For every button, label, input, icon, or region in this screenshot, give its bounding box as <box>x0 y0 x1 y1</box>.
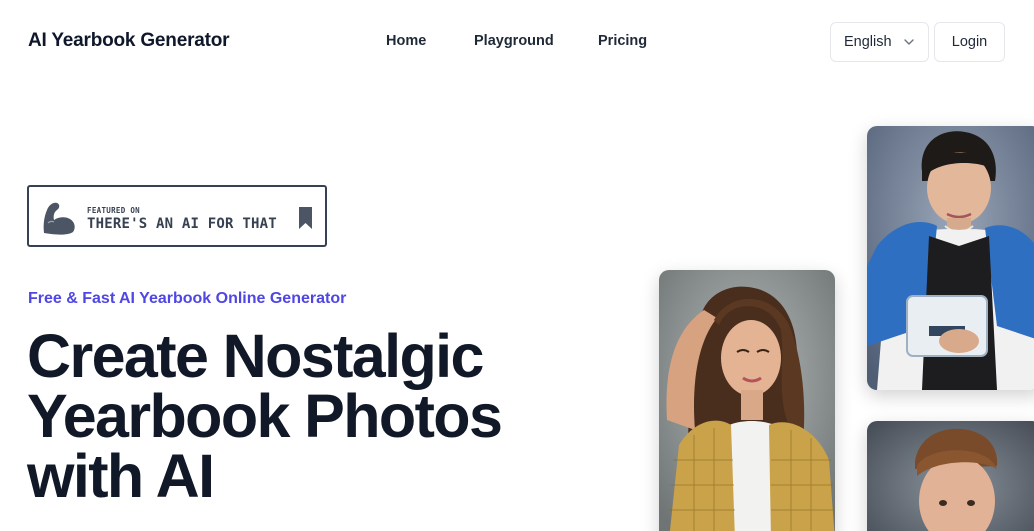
bookmark-icon <box>299 207 312 229</box>
language-select[interactable]: English <box>830 22 929 62</box>
sample-photo-boy-2 <box>867 421 1034 531</box>
headline-line: Yearbook Photos <box>27 382 503 450</box>
brand-logo-text[interactable]: AI Yearbook Generator <box>28 30 230 52</box>
featured-on-badge[interactable]: FEATURED ON THERE'S AN AI FOR THAT <box>27 185 327 247</box>
nav-pricing-link[interactable]: Pricing <box>598 33 647 49</box>
sample-photo-boy <box>867 126 1034 390</box>
nav-home-link[interactable]: Home <box>386 33 426 49</box>
headline-line: Create Nostalgic <box>27 322 484 390</box>
sample-photo-girl <box>659 270 835 531</box>
language-select-value: English <box>844 34 892 50</box>
login-button[interactable]: Login <box>934 22 1005 62</box>
page: AI Yearbook Generator Home Playground Pr… <box>0 0 1034 531</box>
chevron-down-icon <box>904 39 914 45</box>
badge-featured-label: FEATURED ON <box>87 206 140 215</box>
hero-headline: Create Nostalgic Yearbook Photos with AI <box>27 322 587 510</box>
badge-site-name: THERE'S AN AI FOR THAT <box>87 216 277 232</box>
nav-playground-link[interactable]: Playground <box>474 33 554 49</box>
headline-line: with AI <box>27 442 215 510</box>
flexed-arm-icon <box>43 202 75 235</box>
hero-tagline: Free & Fast AI Yearbook Online Generator <box>28 290 347 307</box>
login-button-label: Login <box>951 34 988 50</box>
